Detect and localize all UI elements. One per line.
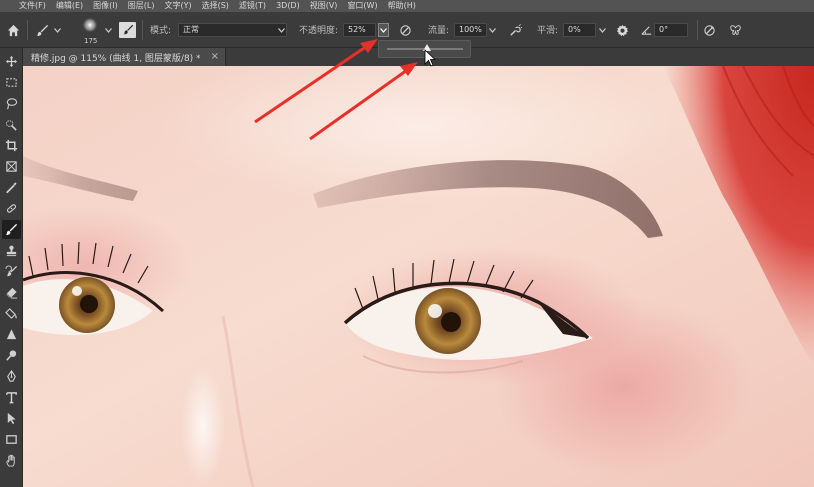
symmetry-butterfly-icon[interactable] [726,22,744,38]
marquee-tool-icon[interactable] [2,73,21,92]
document-tab-label: 精修.jpg @ 115% (曲线 1, 图层蒙版/8) * [31,53,201,64]
clone-stamp-tool-icon[interactable] [2,241,21,260]
opacity-value: 52% [348,25,366,34]
flow-input[interactable]: 100% [454,23,487,37]
menu-window[interactable]: 窗口(W) [342,0,382,12]
close-icon[interactable]: × [211,52,219,62]
brush-size-value: 175 [84,37,98,45]
smoothing-value: 0% [568,25,581,34]
menu-filter[interactable]: 滤镜(T) [234,0,271,12]
eraser-tool-icon[interactable] [2,283,21,302]
chevron-down-icon[interactable] [276,23,286,37]
blend-mode-value: 正常 [183,25,199,34]
brush-preset-preview[interactable] [79,16,101,36]
flow-label: 流量: [428,26,450,36]
photo-eyes-closeup [23,66,814,487]
menu-bar: 文件(F) 编辑(E) 图像(I) 图层(L) 文字(Y) 选择(S) 滤镜(T… [0,0,814,12]
flow-value: 100% [459,25,482,34]
blur-tool-icon[interactable] [2,325,21,344]
frame-tool-icon[interactable] [2,157,21,176]
chevron-down-icon[interactable] [597,23,607,37]
opacity-slider-toggle[interactable] [378,23,389,37]
pressure-opacity-icon[interactable] [396,22,414,38]
opacity-input[interactable]: 52% [343,23,376,37]
hand-tool-icon[interactable] [2,451,21,470]
menu-select[interactable]: 选择(S) [197,0,234,12]
lasso-tool-icon[interactable] [2,94,21,113]
menu-file[interactable]: 文件(F) [14,0,51,12]
smoothing-input[interactable]: 0% [563,23,596,37]
document-canvas[interactable] [23,66,814,487]
menu-view[interactable]: 视图(V) [305,0,343,12]
rectangle-tool-icon[interactable] [2,430,21,449]
paint-bucket-tool-icon[interactable] [2,304,21,323]
tools-panel [0,48,23,487]
menu-3d[interactable]: 3D(D) [271,0,305,12]
brush-settings-icon[interactable] [119,22,136,38]
healing-brush-tool-icon[interactable] [2,199,21,218]
menu-help[interactable]: 帮助(H) [383,0,421,12]
menu-layer[interactable]: 图层(L) [123,0,160,12]
menu-type[interactable]: 文字(Y) [159,0,196,12]
smoothing-label: 平滑: [537,26,559,36]
mode-label: 模式: [150,26,172,36]
angle-value: 0° [659,25,669,34]
menu-edit[interactable]: 编辑(E) [51,0,88,12]
brush-tool-icon[interactable] [2,220,21,239]
airbrush-icon[interactable] [506,22,524,38]
document-tab[interactable]: 精修.jpg @ 115% (曲线 1, 图层蒙版/8) * × [23,48,226,66]
menu-image[interactable]: 图像(I) [88,0,123,12]
brush-icon[interactable] [33,21,51,39]
chevron-down-icon[interactable] [487,23,497,37]
angle-icon [638,22,654,38]
move-tool-icon[interactable] [2,52,21,71]
divider [142,20,143,40]
type-tool-icon[interactable] [2,388,21,407]
opacity-slider-handle[interactable] [422,44,431,51]
history-brush-tool-icon[interactable] [2,262,21,281]
crop-tool-icon[interactable] [2,136,21,155]
path-selection-tool-icon[interactable] [2,409,21,428]
pen-tool-icon[interactable] [2,367,21,386]
angle-input[interactable]: 0° [654,23,688,37]
blend-mode-select[interactable]: 正常 [178,23,287,37]
divider [27,20,28,40]
eyedropper-tool-icon[interactable] [2,178,21,197]
gear-icon[interactable] [614,22,630,38]
quick-selection-tool-icon[interactable] [2,115,21,134]
opacity-label: 不透明度: [299,26,339,36]
home-icon[interactable] [4,21,22,39]
divider [697,20,698,40]
dodge-tool-icon[interactable] [2,346,21,365]
chevron-down-icon[interactable] [103,23,113,37]
opacity-slider-popup [378,40,471,58]
chevron-down-icon[interactable] [52,23,62,37]
pressure-size-icon[interactable] [700,22,718,38]
